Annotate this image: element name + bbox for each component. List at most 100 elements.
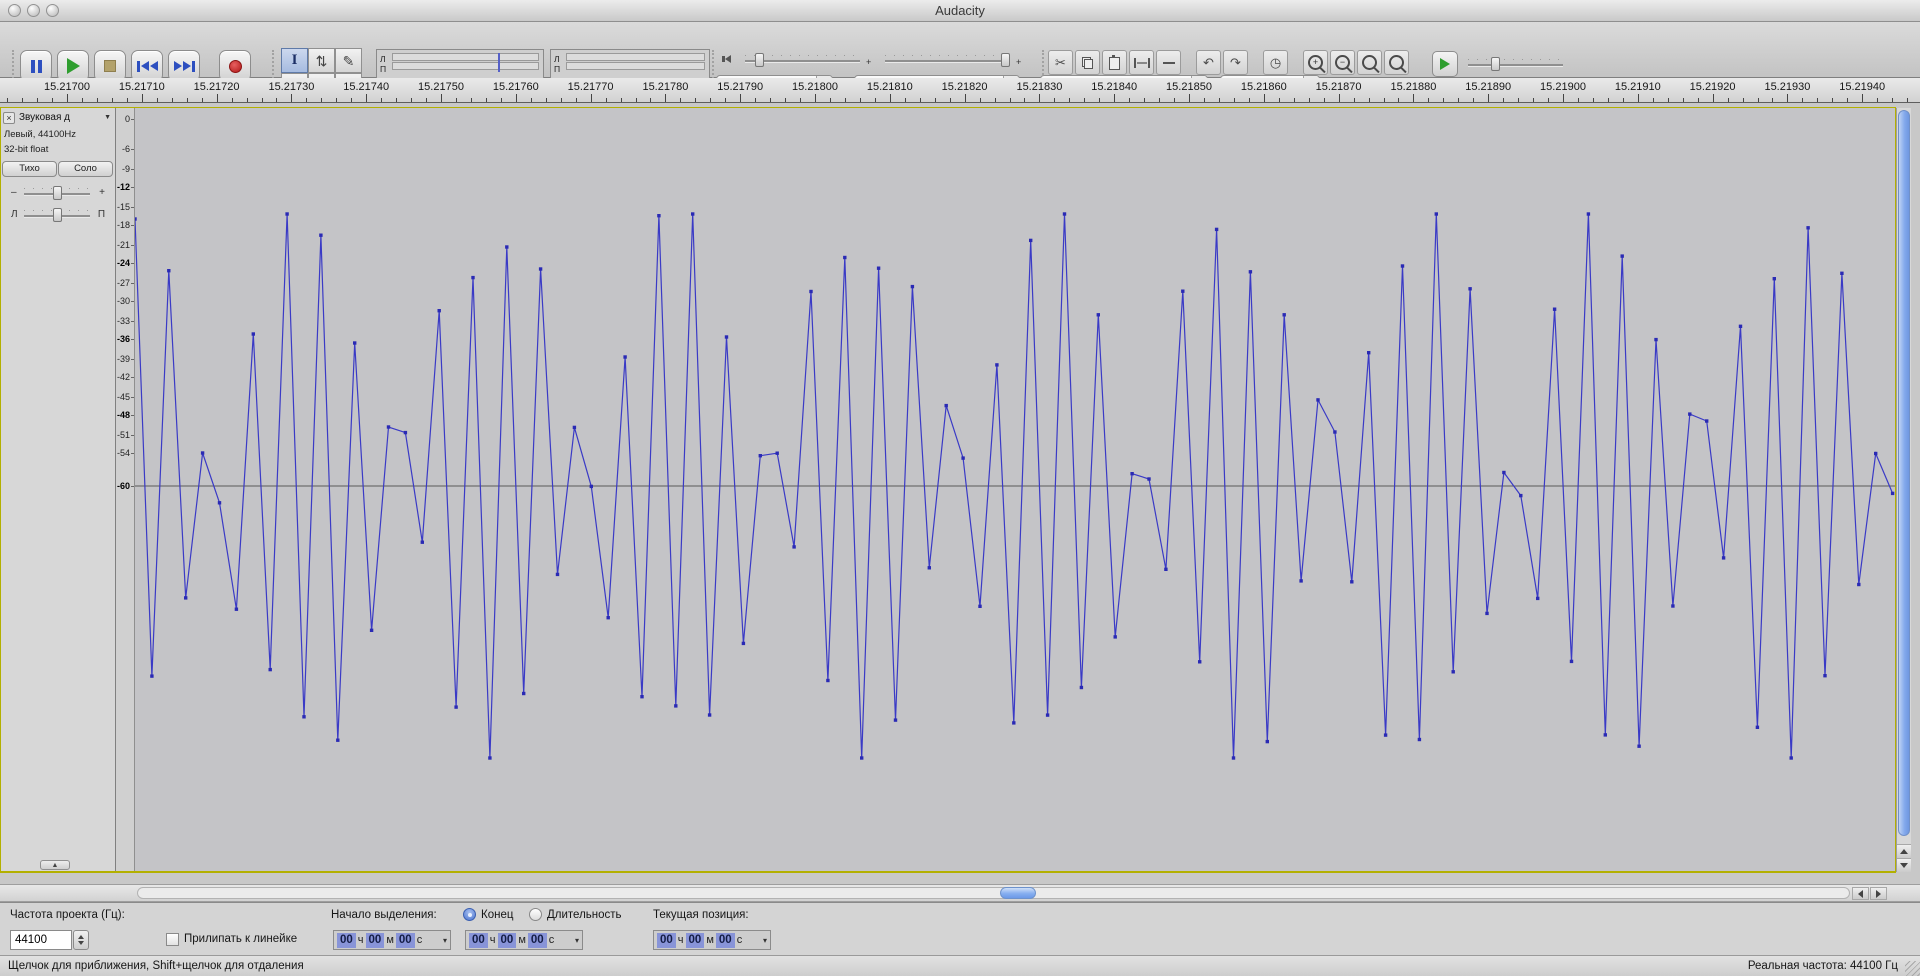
time-label: 15.21940 bbox=[1839, 81, 1885, 93]
play-at-speed-button[interactable] bbox=[1432, 51, 1458, 77]
copy-button[interactable] bbox=[1075, 50, 1100, 75]
ruler-tick bbox=[1503, 98, 1504, 102]
time-digit-group[interactable]: 00 bbox=[657, 933, 676, 948]
time-format-dropdown-icon[interactable]: ▾ bbox=[575, 936, 579, 945]
time-digit-group[interactable]: 00 bbox=[469, 933, 488, 948]
ruler-tick bbox=[1129, 98, 1130, 102]
ruler-tick bbox=[1473, 98, 1474, 102]
ruler-tick bbox=[1743, 98, 1744, 102]
ruler-tick bbox=[1548, 98, 1549, 102]
track-format-label: Левый, 44100Hz bbox=[4, 129, 76, 140]
time-unit-label: с bbox=[417, 934, 423, 946]
gain-slider[interactable] bbox=[24, 186, 90, 200]
collapse-track-button[interactable]: ▲ bbox=[40, 860, 70, 870]
time-label: 15.21860 bbox=[1241, 81, 1287, 93]
current-position-time-field[interactable]: 00ч00м00с▾ bbox=[653, 930, 771, 950]
time-unit-label: с bbox=[737, 934, 743, 946]
fit-selection-button[interactable] bbox=[1357, 50, 1382, 75]
playback-speed-slider[interactable] bbox=[1468, 57, 1563, 71]
time-label: 15.21870 bbox=[1316, 81, 1362, 93]
horizontal-scrollbar[interactable] bbox=[0, 884, 1920, 902]
trim-button[interactable] bbox=[1129, 50, 1154, 75]
db-scale-tick bbox=[131, 453, 134, 454]
ruler-tick bbox=[800, 98, 801, 102]
ruler-tick bbox=[1713, 94, 1714, 102]
ruler-tick bbox=[576, 98, 577, 102]
time-format-dropdown-icon[interactable]: ▾ bbox=[763, 936, 767, 945]
time-label: 15.21740 bbox=[343, 81, 389, 93]
ruler-tick bbox=[950, 98, 951, 102]
scroll-up-button[interactable] bbox=[1897, 844, 1911, 858]
output-volume-slider[interactable] bbox=[745, 53, 860, 67]
horizontal-scrollbar-thumb[interactable] bbox=[1000, 887, 1036, 899]
silence-button[interactable] bbox=[1156, 50, 1181, 75]
envelope-tool-button[interactable]: ⇅ bbox=[308, 48, 335, 73]
speaker-icon bbox=[722, 55, 731, 63]
ruler-tick bbox=[112, 98, 113, 102]
cut-button[interactable]: ✂ bbox=[1048, 50, 1073, 75]
selection-start-time-field[interactable]: 00ч00м00с▾ bbox=[333, 930, 451, 950]
time-digit-group[interactable]: 00 bbox=[366, 933, 385, 948]
rate-stepper[interactable] bbox=[73, 930, 89, 950]
ruler-tick bbox=[546, 98, 547, 102]
ruler-tick bbox=[291, 94, 292, 102]
ruler-tick bbox=[1249, 98, 1250, 102]
scroll-down-button[interactable] bbox=[1897, 858, 1911, 872]
time-digit-group[interactable]: 00 bbox=[528, 933, 547, 948]
close-track-button[interactable]: × bbox=[3, 112, 15, 124]
time-digit-group[interactable]: 00 bbox=[686, 933, 705, 948]
radio-length[interactable] bbox=[529, 908, 542, 921]
ruler-tick bbox=[890, 94, 891, 102]
track-name-menu[interactable]: Звуковая д ▼ bbox=[19, 112, 111, 123]
fit-project-button[interactable] bbox=[1384, 50, 1409, 75]
pan-slider[interactable] bbox=[24, 208, 90, 222]
meter-channel-label: Л bbox=[380, 54, 386, 64]
ruler-tick bbox=[1024, 98, 1025, 102]
ruler-tick bbox=[471, 98, 472, 102]
zoom-out-button[interactable]: − bbox=[1330, 50, 1355, 75]
draw-tool-button[interactable]: ✎ bbox=[335, 48, 362, 73]
undo-button[interactable]: ↶ bbox=[1196, 50, 1221, 75]
scroll-right-button[interactable] bbox=[1870, 887, 1887, 900]
time-digit-group[interactable]: 00 bbox=[498, 933, 517, 948]
solo-button[interactable]: Соло bbox=[58, 161, 113, 177]
horizontal-scrollbar-track[interactable] bbox=[137, 887, 1850, 899]
ruler-tick bbox=[965, 94, 966, 102]
waveform-canvas[interactable] bbox=[135, 108, 1896, 872]
resize-grip[interactable] bbox=[1905, 961, 1920, 976]
scroll-left-button[interactable] bbox=[1852, 887, 1869, 900]
vertical-scrollbar-thumb[interactable] bbox=[1898, 110, 1910, 836]
paste-button[interactable] bbox=[1102, 50, 1127, 75]
time-digit-group[interactable]: 00 bbox=[716, 933, 735, 948]
ruler-tick bbox=[1817, 98, 1818, 102]
ruler-tick bbox=[1339, 94, 1340, 102]
db-scale-tick bbox=[131, 263, 134, 264]
sync-lock-button[interactable]: ◷ bbox=[1263, 50, 1288, 75]
transcription-toolbar bbox=[1432, 51, 1553, 77]
input-volume-slider[interactable] bbox=[885, 53, 1010, 67]
vertical-scale-ruler[interactable]: 0-6-9-12-15-18-21-24-27-30-33-36-39-42-4… bbox=[116, 108, 135, 872]
time-format-dropdown-icon[interactable]: ▾ bbox=[443, 936, 447, 945]
slider-plus-label: + bbox=[866, 57, 871, 67]
selection-tool-button[interactable]: I bbox=[281, 48, 308, 73]
time-label: 15.21700 bbox=[44, 81, 90, 93]
db-scale-label: -39 bbox=[117, 354, 130, 364]
ruler-tick bbox=[875, 98, 876, 102]
timeline-ruler[interactable]: 15.2170015.2171015.2172015.2173015.21740… bbox=[0, 78, 1920, 103]
mute-button[interactable]: Тихо bbox=[2, 161, 57, 177]
snap-checkbox[interactable] bbox=[166, 933, 179, 946]
radio-end[interactable] bbox=[463, 908, 476, 921]
db-scale-label: -18 bbox=[117, 220, 130, 230]
redo-button[interactable]: ↷ bbox=[1223, 50, 1248, 75]
selection-end-time-field[interactable]: 00ч00м00с▾ bbox=[465, 930, 583, 950]
time-digit-group[interactable]: 00 bbox=[396, 933, 415, 948]
project-rate-input[interactable] bbox=[10, 930, 72, 950]
db-scale-label: -60 bbox=[117, 481, 130, 491]
ruler-tick bbox=[1787, 94, 1788, 102]
vertical-scrollbar[interactable] bbox=[1896, 108, 1911, 872]
zoom-in-button[interactable]: + bbox=[1303, 50, 1328, 75]
ruler-tick bbox=[1159, 98, 1160, 102]
time-digit-group[interactable]: 00 bbox=[337, 933, 356, 948]
db-scale-label: -12 bbox=[117, 182, 130, 192]
ruler-tick bbox=[785, 98, 786, 102]
